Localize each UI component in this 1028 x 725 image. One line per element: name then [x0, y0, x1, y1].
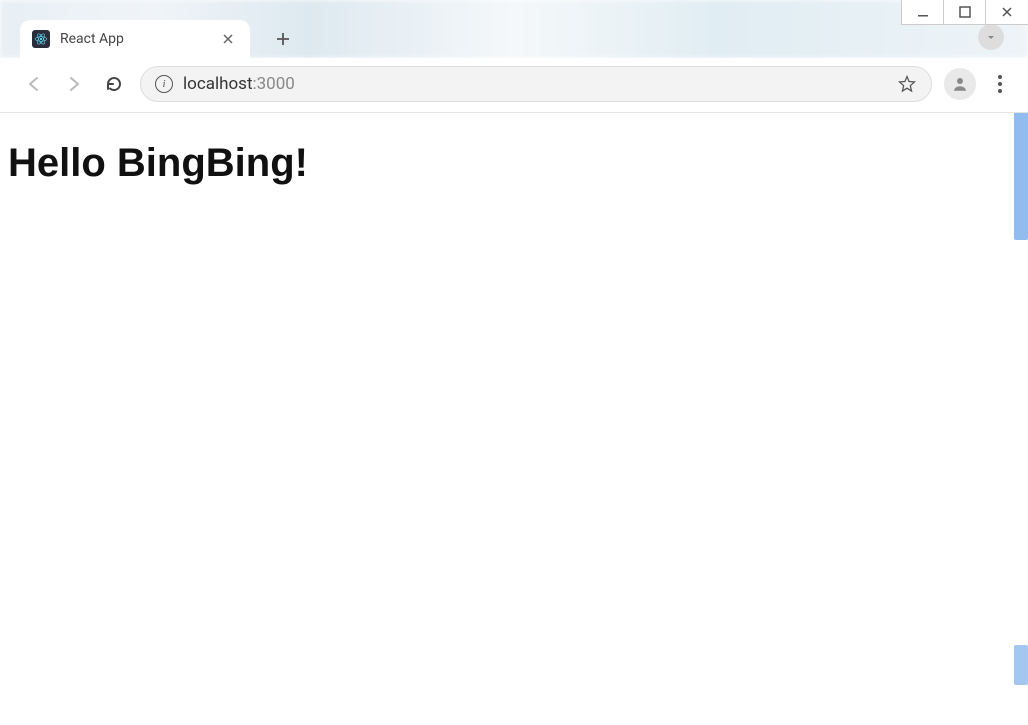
- react-logo-icon: [32, 30, 50, 48]
- reload-button[interactable]: [100, 70, 128, 98]
- tab-strip: React App: [0, 0, 1028, 58]
- account-dropdown-icon[interactable]: [978, 24, 1004, 50]
- page-viewport: Hello BingBing!: [0, 113, 1028, 214]
- scrollbar-thumb-lower[interactable]: [1014, 645, 1028, 685]
- browser-toolbar: i localhost:3000: [0, 58, 1028, 113]
- url-text: localhost:3000: [183, 74, 295, 94]
- profile-avatar-icon[interactable]: [944, 68, 976, 100]
- close-window-button[interactable]: [986, 0, 1028, 24]
- site-info-icon[interactable]: i: [155, 75, 173, 93]
- minimize-button[interactable]: [902, 0, 944, 24]
- bookmark-star-icon[interactable]: [897, 74, 917, 94]
- scrollbar-thumb[interactable]: [1014, 110, 1028, 240]
- address-bar[interactable]: i localhost:3000: [140, 66, 932, 102]
- browser-tab-active[interactable]: React App: [20, 20, 250, 58]
- page-title: Hello BingBing!: [8, 141, 1020, 186]
- maximize-button[interactable]: [944, 0, 986, 24]
- back-button[interactable]: [20, 70, 48, 98]
- kebab-menu-icon[interactable]: [986, 75, 1014, 93]
- url-host: localhost: [183, 74, 253, 94]
- toolbar-right-icons: [944, 68, 1014, 100]
- close-tab-button[interactable]: [218, 29, 238, 49]
- forward-button[interactable]: [60, 70, 88, 98]
- window-controls: [901, 0, 1028, 25]
- new-tab-button[interactable]: [268, 24, 298, 54]
- tab-title: React App: [60, 31, 218, 47]
- url-port: :3000: [253, 74, 295, 94]
